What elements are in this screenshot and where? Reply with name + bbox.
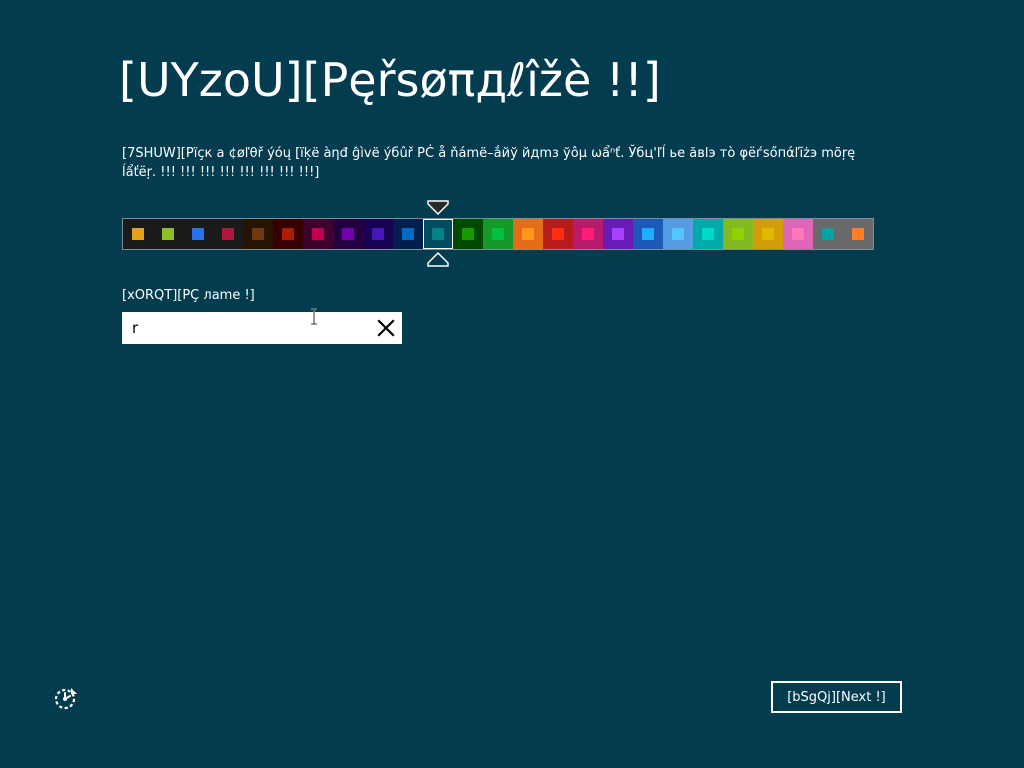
color-swatch[interactable] [723,219,753,249]
page-description: [7SHUW][Pïçк a ¢øľθř ýóų [ïķë àηđ ĝìvë ý… [122,146,856,180]
color-swatch[interactable] [783,219,813,249]
close-icon[interactable] [376,318,396,338]
color-swatch-chip [732,228,744,240]
color-swatch-chip [132,228,144,240]
color-swatch[interactable] [273,219,303,249]
color-swatch[interactable] [393,219,423,249]
color-swatch[interactable] [453,219,483,249]
page-title: [UYzoU][Pęřsøπдℓîžè !!] [119,53,661,107]
text-cursor-icon [311,308,317,325]
color-swatch-chip [672,228,684,240]
color-swatch[interactable] [243,219,273,249]
color-swatch-chip [492,228,504,240]
color-swatch-chip [822,228,834,240]
color-swatch[interactable] [633,219,663,249]
color-swatch-chip [222,228,234,240]
color-swatch-chip [762,228,774,240]
color-swatch-chip [612,228,624,240]
pc-name-field[interactable] [122,312,402,344]
pc-name-label: [xORQT][PÇ лame !] [122,288,255,303]
color-swatch-chip [312,228,324,240]
selection-arrow-up-icon [427,251,449,267]
color-swatch[interactable] [543,219,573,249]
color-swatch-chip [162,228,174,240]
color-swatch-chip [282,228,294,240]
ease-of-access-icon[interactable] [52,684,80,712]
color-swatch[interactable] [483,219,513,249]
color-swatch[interactable] [303,219,333,249]
color-swatch-chip [402,228,414,240]
color-swatch[interactable] [333,219,363,249]
color-swatch[interactable] [153,219,183,249]
color-swatch-chip [702,228,714,240]
color-swatch[interactable] [573,219,603,249]
color-swatch[interactable] [183,219,213,249]
color-swatch-chip [522,228,534,240]
color-swatch-chip [192,228,204,240]
color-swatch-chip [642,228,654,240]
color-swatch-chip [432,228,444,240]
color-swatch-chip [852,228,864,240]
color-swatch[interactable] [423,219,453,249]
selection-arrow-down-icon [427,200,449,216]
color-swatch-chip [462,228,474,240]
color-swatch[interactable] [753,219,783,249]
color-swatch[interactable] [213,219,243,249]
color-swatch-chip [342,228,354,240]
color-swatch-chip [252,228,264,240]
color-swatch[interactable] [513,219,543,249]
color-swatch[interactable] [363,219,393,249]
color-swatch[interactable] [813,219,843,249]
color-swatch-chip [552,228,564,240]
color-swatch[interactable] [693,219,723,249]
color-swatch[interactable] [123,219,153,249]
pc-name-input[interactable] [122,312,366,344]
color-swatch-chip [372,228,384,240]
color-swatch[interactable] [603,219,633,249]
color-swatch[interactable] [843,219,873,249]
color-picker-strip[interactable] [122,218,874,250]
color-swatch-chip [582,228,594,240]
color-swatch-chip [792,228,804,240]
color-swatch[interactable] [663,219,693,249]
next-button[interactable]: [bSgQj][Next !] [771,681,902,713]
